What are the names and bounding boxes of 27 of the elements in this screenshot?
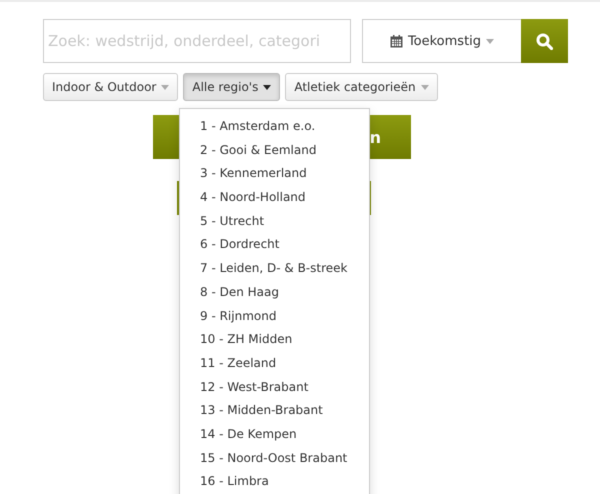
menu-item[interactable]: 3 - Kennemerland xyxy=(180,162,369,186)
calendar-icon xyxy=(390,34,403,48)
menu-item[interactable]: 11 - Zeeland xyxy=(180,352,369,376)
menu-item[interactable]: 2 - Gooi & Eemland xyxy=(180,138,369,162)
menu-item[interactable]: 7 - Leiden, D- & B-streek xyxy=(180,257,369,281)
menu-item[interactable]: 13 - Midden-Brabant xyxy=(180,399,369,423)
filter-dropdown[interactable]: Atletiek categorieën xyxy=(285,73,438,101)
menu-item[interactable]: 1 - Amsterdam e.o. xyxy=(180,115,369,139)
menu-item[interactable]: 5 - Utrecht xyxy=(180,210,369,234)
period-dropdown[interactable]: Toekomstig xyxy=(362,19,521,63)
menu-item[interactable]: 12 - West-Brabant xyxy=(180,376,369,400)
caret-icon xyxy=(420,84,429,90)
menu-item[interactable]: 6 - Dordrecht xyxy=(180,233,369,258)
menu-item[interactable]: 16 - Limbra xyxy=(180,470,369,494)
filter-dropdown[interactable]: Indoor & Outdoor xyxy=(43,73,178,101)
caret-icon xyxy=(486,38,494,44)
menu-item[interactable]: 14 - De Kempen xyxy=(180,422,369,447)
menu-item[interactable]: 9 - Rijnmond xyxy=(180,304,369,328)
search-icon xyxy=(536,32,553,50)
search-button[interactable] xyxy=(521,19,568,63)
caret-icon xyxy=(263,84,272,90)
menu-item[interactable]: 15 - Noord-Oost Brabant xyxy=(180,446,369,470)
filter-dropdown[interactable]: Alle regio's xyxy=(183,73,280,101)
menu-item[interactable]: 8 - Den Haag xyxy=(180,280,369,304)
caret-icon xyxy=(161,84,170,90)
menu-item[interactable]: 4 - Noord-Holland xyxy=(180,186,369,210)
menu-item[interactable]: 10 - ZH Midden xyxy=(180,328,369,352)
